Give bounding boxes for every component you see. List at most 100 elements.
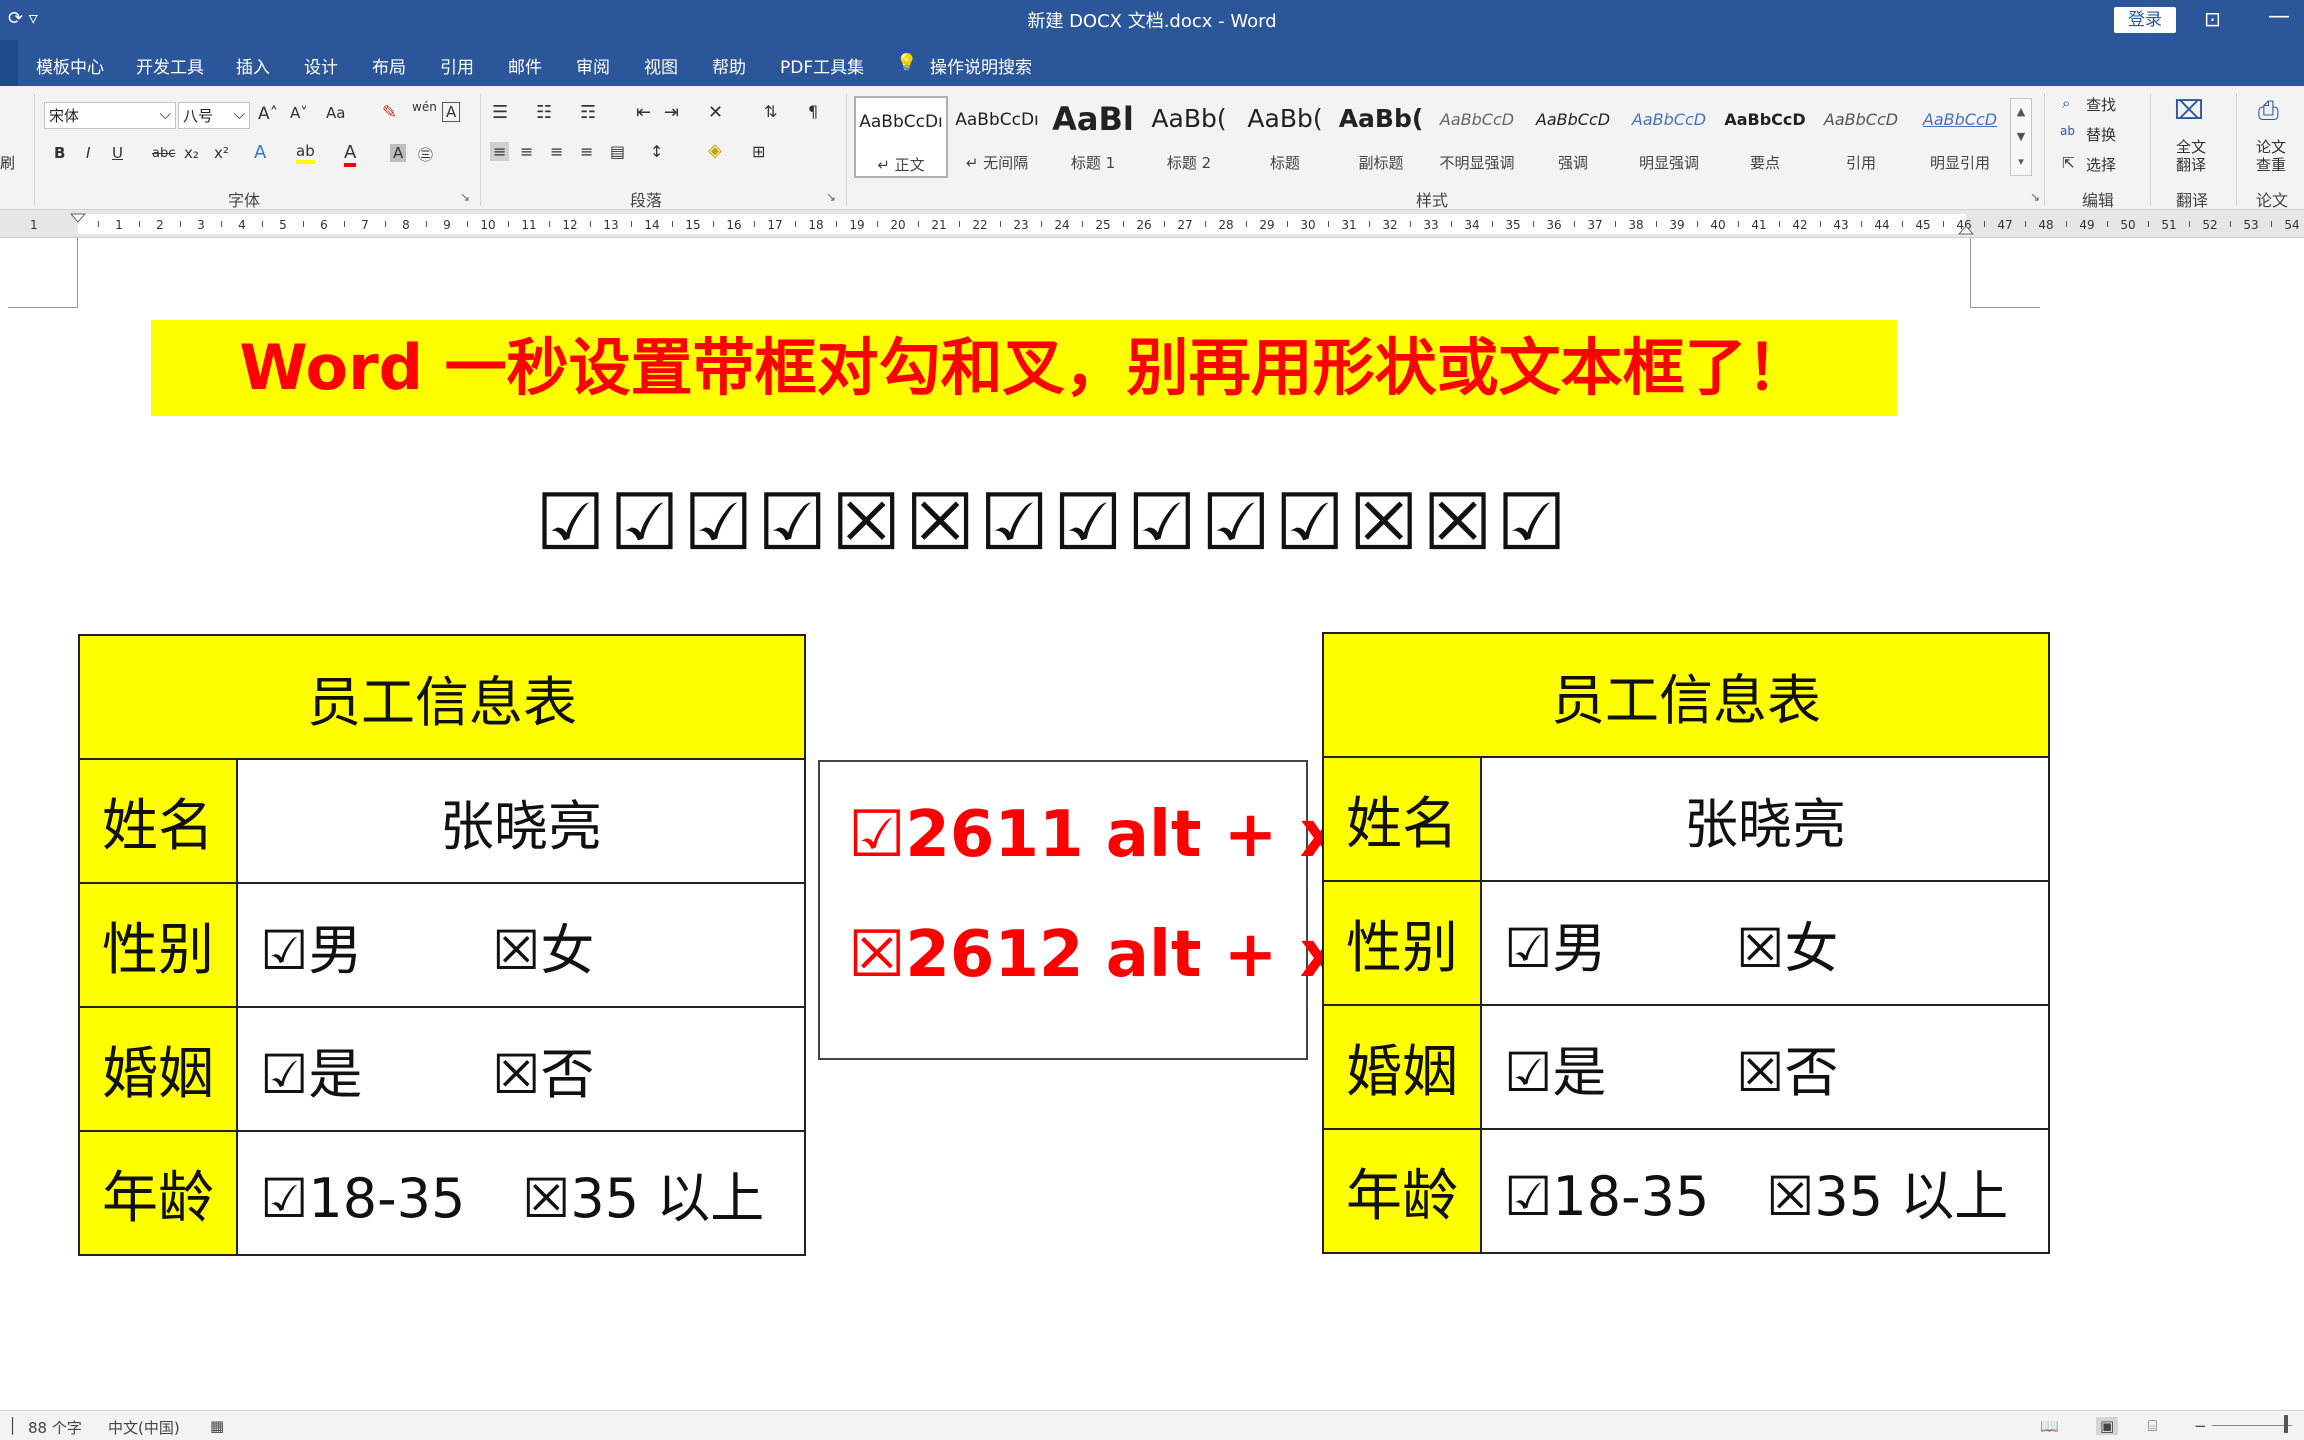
subscript-button[interactable]: x₂ <box>184 144 199 162</box>
shading-bucket-icon[interactable]: ◈ <box>708 140 722 161</box>
highlight-color-button[interactable]: ab <box>296 142 315 164</box>
enclose-characters-button[interactable]: ㊂ <box>418 144 433 165</box>
ribbon-display-icon[interactable]: ⊡ <box>2204 7 2221 31</box>
decrease-indent-icon[interactable]: ⇤ <box>636 102 651 123</box>
style-subtitle[interactable]: AaBb(副标题 <box>1334 96 1428 178</box>
option-crossed[interactable]: ☒35 以上 <box>522 1154 764 1233</box>
italic-button[interactable]: I <box>86 144 90 162</box>
option-checked[interactable]: ☑是 <box>238 1030 492 1109</box>
option-checked[interactable]: ☑是 <box>1482 1028 1736 1107</box>
justify-icon[interactable]: ≡ <box>580 142 593 161</box>
align-left-icon[interactable]: ≡ <box>490 142 510 161</box>
full-text-translate-button[interactable]: 全文 翻译 <box>2176 138 2206 174</box>
horizontal-ruler[interactable]: 1 1 2 3 4 5 6 7 8 9 10 11 12 13 14 15 16 17 18 19 20 21 22 23 24… <box>0 210 2304 238</box>
multilevel-list-icon[interactable]: ☶ <box>580 102 596 123</box>
marriage-options[interactable]: ☑是 ☒否 <box>1480 1004 2050 1130</box>
character-border-button[interactable]: A <box>442 102 461 122</box>
tab-design[interactable]: 设计 <box>304 53 338 78</box>
login-button[interactable]: 登录 <box>2114 7 2176 33</box>
style-emphasis[interactable]: AaBbCcD 强调 <box>1526 96 1620 178</box>
tab-developer[interactable]: 开发工具 <box>136 53 204 78</box>
clear-format-button[interactable]: ✎ <box>382 102 397 123</box>
word-count[interactable]: 88 个字 <box>28 1417 82 1438</box>
tab-template-center[interactable]: 模板中心 <box>36 53 104 78</box>
read-mode-icon[interactable]: 📖 <box>2040 1417 2059 1435</box>
character-shading-button[interactable]: A <box>390 144 407 162</box>
show-marks-icon[interactable]: ¶ <box>808 102 818 121</box>
numbering-icon[interactable]: ☷ <box>536 102 552 123</box>
option-crossed[interactable]: ☒女 <box>492 906 594 985</box>
text-effects-button[interactable]: A <box>254 142 266 163</box>
document-page[interactable]: Word 一秒设置带框对勾和叉，别再用形状或文本框了！ ☑☑☑☑☒☒☑☑☑☑☑☒… <box>0 238 2304 1410</box>
shortcut-textbox[interactable]: ☑2611 alt + x ☒2612 alt + x <box>818 760 1341 1060</box>
format-painter-fragment[interactable]: 刷 <box>0 152 15 173</box>
option-crossed[interactable]: ☒女 <box>1736 904 1838 983</box>
change-case-button[interactable]: Aa <box>326 104 345 122</box>
tab-insert[interactable]: 插入 <box>236 53 270 78</box>
styles-scroll[interactable]: ▲ ▼ ▾ <box>2010 98 2032 176</box>
zoom-out-button[interactable]: − <box>2194 1417 2207 1435</box>
tab-review[interactable]: 审阅 <box>576 53 610 78</box>
font-size-box[interactable]: 八号 ⌵ <box>178 102 250 129</box>
tab-help[interactable]: 帮助 <box>712 53 746 78</box>
tab-pdf-tools[interactable]: PDF工具集 <box>780 53 864 78</box>
tab-mailings[interactable]: 邮件 <box>508 53 542 78</box>
tab-view[interactable]: 视图 <box>644 53 678 78</box>
font-color-button[interactable]: A <box>344 142 357 167</box>
macro-record-icon[interactable]: ▦ <box>210 1417 224 1435</box>
style-heading-1[interactable]: AaBl 标题 1 <box>1046 96 1140 178</box>
increase-indent-icon[interactable]: ⇥ <box>664 102 679 123</box>
asian-layout-icon[interactable]: ✕ <box>708 102 723 123</box>
bold-button[interactable]: B <box>54 144 65 162</box>
option-crossed[interactable]: ☒35 以上 <box>1766 1152 2008 1231</box>
align-center-icon[interactable]: ≡ <box>520 142 533 161</box>
option-checked[interactable]: ☑男 <box>238 906 492 985</box>
gender-options[interactable]: ☑男 ☒女 <box>236 882 806 1008</box>
more-styles-icon[interactable]: ▾ <box>2011 149 2031 174</box>
name-value[interactable]: 张晓亮 <box>236 758 806 884</box>
option-crossed[interactable]: ☒否 <box>492 1030 594 1109</box>
paper-check-button[interactable]: 论文 查重 <box>2256 138 2286 174</box>
zoom-slider-thumb[interactable] <box>2284 1415 2288 1433</box>
style-strong[interactable]: AaBbCcD 要点 <box>1718 96 1812 178</box>
replace-button[interactable]: 替换 <box>2086 124 2116 145</box>
font-name-box[interactable]: 宋体 ⌵ <box>44 102 176 129</box>
phonetic-guide-button[interactable]: wén <box>412 100 437 114</box>
borders-icon[interactable]: ⊞ <box>752 142 765 161</box>
gender-options[interactable]: ☑男 ☒女 <box>1480 880 2050 1006</box>
styles-dialog-launcher-icon[interactable]: ↘ <box>2030 190 2040 204</box>
style-quote[interactable]: AaBbCcD 引用 <box>1814 96 1908 178</box>
style-intense-quote[interactable]: AaBbCcD 明显引用 <box>1910 96 2010 178</box>
style-no-spacing[interactable]: AaBbCcDı ↵ 无间隔 <box>950 96 1044 178</box>
style-title[interactable]: AaBb(标题 <box>1238 96 1332 178</box>
bullets-icon[interactable]: ☰ <box>492 102 508 123</box>
underline-button[interactable]: U <box>112 144 123 162</box>
web-layout-icon[interactable]: ⌸ <box>2148 1417 2157 1435</box>
print-layout-icon[interactable]: ▣ <box>2096 1417 2119 1435</box>
tell-me-search[interactable]: 操作说明搜索 <box>930 53 1032 78</box>
name-value[interactable]: 张晓亮 <box>1480 756 2050 882</box>
option-checked[interactable]: ☑男 <box>1482 904 1736 983</box>
option-checked[interactable]: ☑18-35 <box>238 1167 522 1230</box>
tab-layout[interactable]: 布局 <box>372 53 406 78</box>
zoom-slider[interactable] <box>2212 1425 2292 1426</box>
style-intense-emphasis[interactable]: AaBbCcD 明显强调 <box>1622 96 1716 178</box>
font-dialog-launcher-icon[interactable]: ↘ <box>460 190 470 204</box>
age-options[interactable]: ☑18-35 ☒35 以上 <box>236 1130 806 1256</box>
age-options[interactable]: ☑18-35 ☒35 以上 <box>1480 1128 2050 1254</box>
chevron-up-icon[interactable]: ▲ <box>2011 99 2031 124</box>
chevron-down-icon[interactable]: ▼ <box>2011 124 2031 149</box>
style-subtle-emphasis[interactable]: AaBbCcD 不明显强调 <box>1430 96 1524 178</box>
minimize-button[interactable]: — <box>2268 4 2290 29</box>
distributed-icon[interactable]: ▤ <box>610 142 625 161</box>
paragraph-dialog-launcher-icon[interactable]: ↘ <box>826 190 836 204</box>
strikethrough-button[interactable]: abc <box>152 146 175 161</box>
sort-icon[interactable]: ⇅ <box>764 102 777 121</box>
align-right-icon[interactable]: ≡ <box>550 142 563 161</box>
language-indicator[interactable]: 中文(中国) <box>108 1417 180 1438</box>
marriage-options[interactable]: ☑是 ☒否 <box>236 1006 806 1132</box>
select-button[interactable]: 选择 <box>2086 154 2116 175</box>
option-checked[interactable]: ☑18-35 <box>1482 1165 1766 1228</box>
find-button[interactable]: 查找 <box>2086 94 2116 115</box>
line-spacing-icon[interactable]: ↕ <box>650 142 663 161</box>
